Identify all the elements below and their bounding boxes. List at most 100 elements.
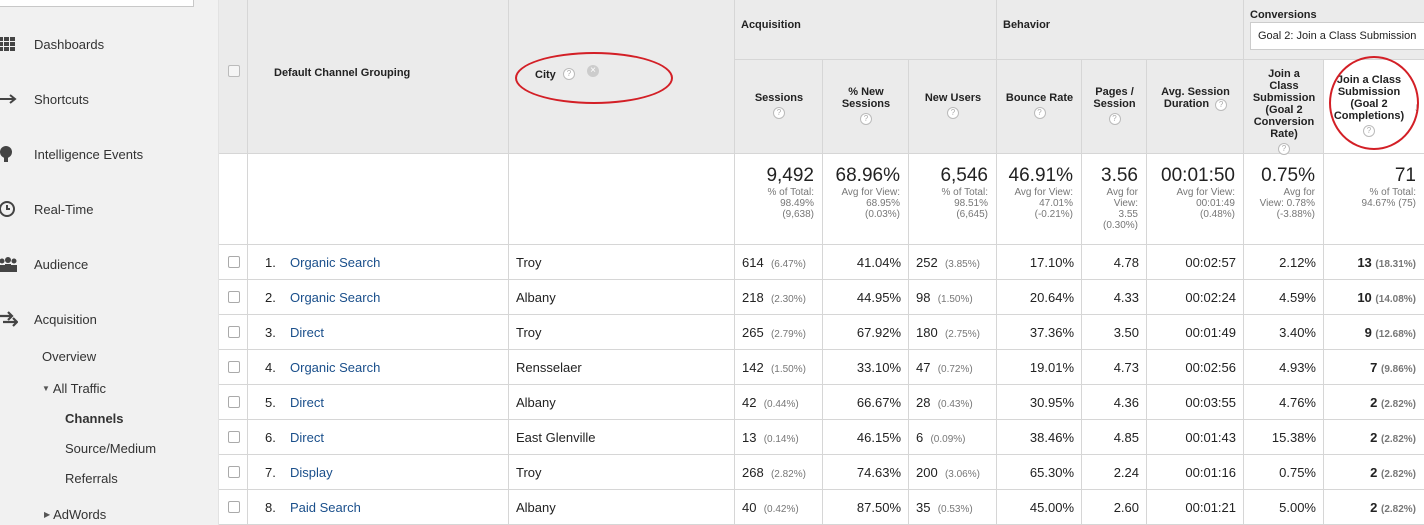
avg-session-duration-value: 00:03:55	[1185, 395, 1236, 410]
caret-down-icon: ▼	[42, 384, 50, 393]
conversion-rate-value: 3.40%	[1279, 325, 1316, 340]
new-users-percent: (0.72%)	[937, 364, 973, 375]
row-number: 4.	[265, 360, 276, 375]
sidebar-item-acquisition[interactable]: Acquisition	[0, 308, 219, 330]
avg-session-duration-value: 00:02:56	[1185, 360, 1236, 375]
column-header-title: Bounce Rate?	[997, 92, 1082, 119]
sidebar-item-all-traffic[interactable]: ▼ All Traffic	[42, 381, 106, 396]
column-header-line: Sessions	[754, 92, 804, 104]
channel-link[interactable]: Organic Search	[290, 255, 380, 270]
sidebar-item-source-medium[interactable]: Source/Medium	[65, 441, 156, 456]
column-header-5[interactable]: Pages / Session?	[1082, 60, 1147, 154]
sidebar-item-referrals[interactable]: Referrals	[65, 471, 118, 486]
completions-percent: (14.08%)	[1375, 294, 1416, 305]
row-checkbox[interactable]	[228, 501, 240, 513]
row-number: 1.	[265, 255, 276, 270]
row-number: 8.	[265, 500, 276, 515]
totals-spacer	[248, 154, 509, 245]
help-icon[interactable]: ?	[947, 107, 959, 119]
row-city-cell	[509, 245, 735, 280]
sidebar-item-dashboards[interactable]: Dashboards	[0, 33, 219, 55]
sessions-value: 265 (2.79%)	[742, 325, 806, 340]
sidebar-item-label: All Traffic	[52, 381, 107, 396]
sessions-percent: (0.14%)	[763, 434, 799, 445]
sessions-percent: (0.44%)	[763, 399, 799, 410]
help-icon[interactable]: ?	[860, 113, 872, 125]
help-icon[interactable]: ?	[773, 107, 785, 119]
totals-comparison-line: (9,638)	[782, 209, 814, 220]
sessions-value: 13 (0.14%)	[742, 430, 799, 445]
sidebar-item-overview[interactable]: Overview	[42, 349, 96, 364]
channel-link[interactable]: Paid Search	[290, 500, 361, 515]
help-icon[interactable]: ?	[1033, 107, 1046, 119]
pages-per-session-value: 4.36	[1113, 395, 1139, 410]
row-checkbox[interactable]	[228, 466, 240, 478]
sidebar-item-label: Intelligence Events	[34, 146, 144, 162]
column-header-4[interactable]: Bounce Rate?	[997, 60, 1082, 154]
new-users-count: 6	[916, 430, 924, 445]
channel-link[interactable]: Organic Search	[290, 290, 380, 305]
new-users-value: 252 (3.85%)	[916, 255, 980, 270]
column-header-2[interactable]: % New Sessions?	[823, 60, 909, 154]
completions-count: 7	[1370, 360, 1378, 375]
totals-cell: 6,546% of Total: 98.51% (6,645)	[909, 154, 997, 245]
lightbulb-icon	[0, 146, 12, 162]
new-users-count: 35	[916, 500, 931, 515]
row-channel-cell	[248, 385, 509, 420]
completions-count: 2	[1370, 430, 1378, 445]
column-header-line: New Users	[924, 92, 982, 104]
bounce-rate-value: 65.30%	[1029, 465, 1074, 480]
completions-count: 2	[1370, 395, 1378, 410]
pages-per-session-value: 2.24	[1113, 465, 1139, 480]
column-header-title: Avg. Session Duration?	[1147, 86, 1244, 111]
column-header-line: Session	[1093, 98, 1136, 110]
sidebar-item-channels[interactable]: Channels	[65, 411, 124, 426]
sidebar-item-adwords[interactable]: ▶ AdWords	[44, 507, 106, 522]
row-city-cell	[509, 315, 735, 350]
header-select-cell	[219, 0, 248, 154]
group-behavior: Behavior	[997, 0, 1244, 60]
select-all-checkbox[interactable]	[228, 65, 240, 77]
search-input[interactable]	[0, 0, 194, 7]
new-users-count: 252	[916, 255, 938, 270]
row-number: 7.	[265, 465, 276, 480]
row-checkbox[interactable]	[228, 431, 240, 443]
channel-link[interactable]: Direct	[290, 325, 324, 340]
column-header-6[interactable]: Avg. Session Duration?	[1147, 60, 1244, 154]
row-checkbox[interactable]	[228, 291, 240, 303]
help-icon[interactable]: ?	[1108, 113, 1121, 125]
channel-link[interactable]: Direct	[290, 395, 324, 410]
header-primary-dimension[interactable]: Default Channel Grouping	[248, 0, 509, 154]
clock-icon	[0, 201, 15, 217]
sessions-value: 142 (1.50%)	[742, 360, 806, 375]
totals-comparison-line: 98.51%	[954, 198, 988, 209]
row-city-cell	[509, 455, 735, 490]
sidebar-item-intelligence-events[interactable]: Intelligence Events	[0, 143, 219, 165]
sidebar-item-real-time[interactable]: Real-Time	[0, 198, 219, 220]
row-checkbox[interactable]	[228, 326, 240, 338]
pages-per-session-value: 2.60	[1113, 500, 1139, 515]
pages-per-session-value: 3.50	[1113, 325, 1139, 340]
totals-comparison-line: 3.55	[1118, 209, 1138, 220]
table-row: 4. Organic Search Rensselaer 142 (1.50%) 33.…	[219, 350, 1424, 385]
column-header-7[interactable]: Join a Class Submission (Goal 2 Conversion Ra…	[1244, 60, 1324, 155]
column-header-line: Join a	[1268, 68, 1300, 80]
help-icon[interactable]: ?	[1215, 99, 1228, 111]
sidebar-item-audience[interactable]: Audience	[0, 253, 219, 275]
sessions-count: 268	[742, 465, 764, 480]
totals-comparison-line: % of Total:	[941, 187, 988, 198]
goal-select[interactable]: Goal 2: Join a Class Submission	[1250, 22, 1424, 50]
sidebar-item-shortcuts[interactable]: Shortcuts	[0, 88, 219, 110]
completions-count: 10	[1357, 290, 1372, 305]
sessions-percent: (6.47%)	[770, 259, 806, 270]
row-checkbox[interactable]	[228, 256, 240, 268]
row-checkbox[interactable]	[228, 361, 240, 373]
channel-link[interactable]: Display	[290, 465, 333, 480]
channel-link[interactable]: Organic Search	[290, 360, 380, 375]
column-header-1[interactable]: Sessions?	[735, 60, 823, 154]
annotation-circle-city	[515, 52, 673, 104]
channel-link[interactable]: Direct	[290, 430, 324, 445]
totals-comparison-line: % of Total:	[767, 187, 814, 198]
row-checkbox[interactable]	[228, 396, 240, 408]
column-header-3[interactable]: New Users?	[909, 60, 997, 154]
